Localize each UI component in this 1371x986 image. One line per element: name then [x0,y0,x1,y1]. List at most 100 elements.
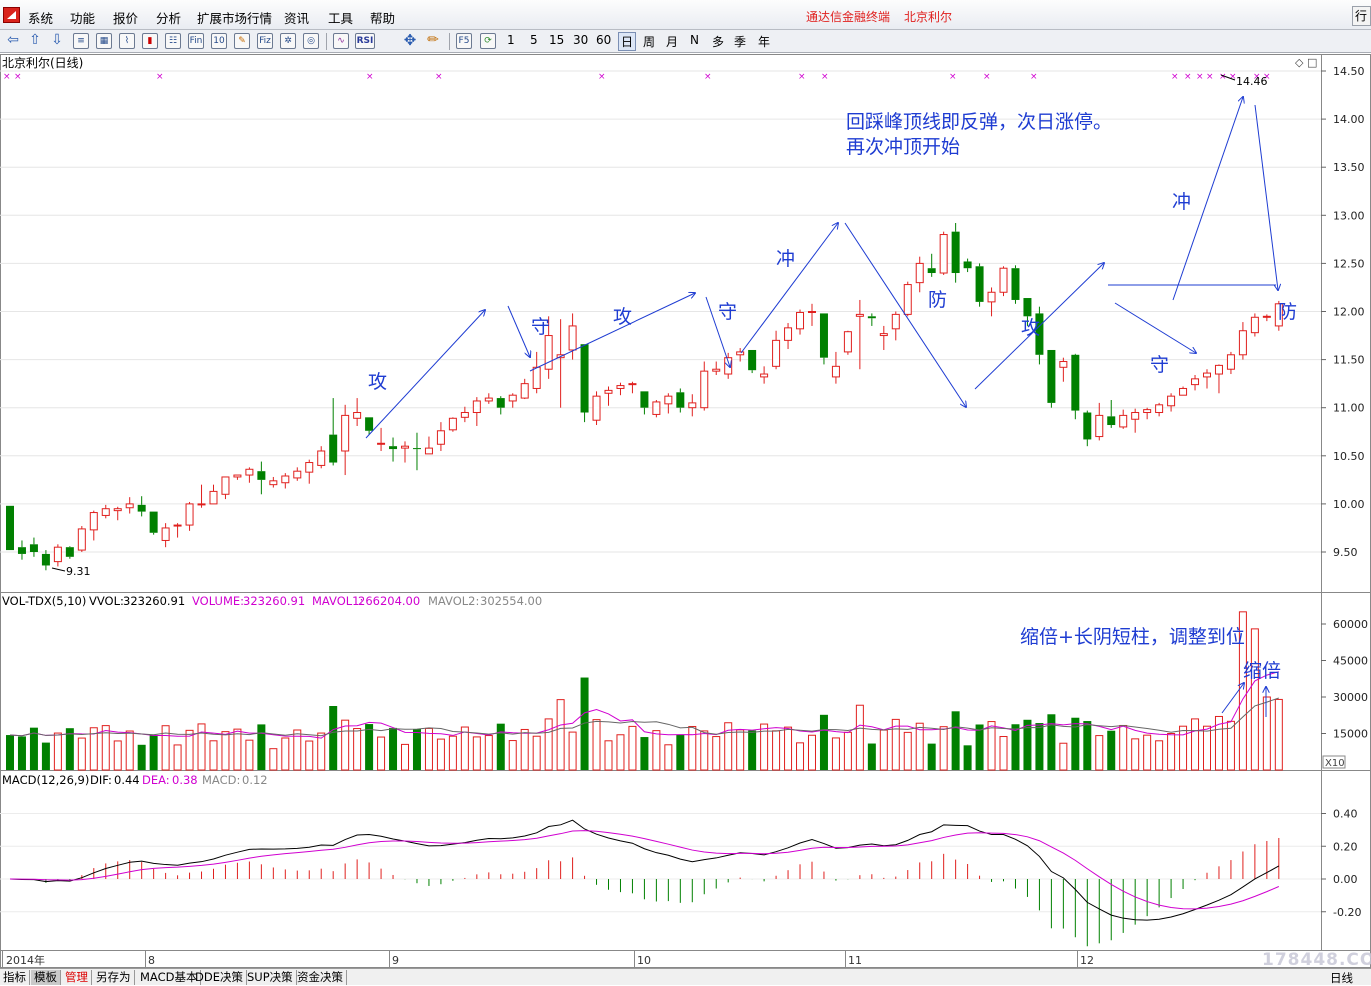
menu-quote[interactable]: 报价 [113,8,138,27]
period-5min[interactable]: 5 [530,33,538,47]
candle [700,361,709,411]
period-multi[interactable]: 多 [712,33,724,50]
volume-bar [496,723,505,770]
indicator-icon[interactable]: ∿ [333,33,349,49]
line-chart-icon[interactable]: ⌇ [119,33,135,49]
candle [65,546,74,559]
volume-bar [544,718,553,771]
candle [748,349,757,374]
volume-bar [879,729,888,771]
table-icon[interactable]: ☷ [165,33,181,49]
refresh-icon[interactable]: ⟳ [480,33,496,49]
period-30min[interactable]: 30 [573,33,588,47]
tab-dde[interactable]: DDE决策 [192,970,247,985]
label-shou3: 守 [1150,354,1169,376]
move-icon[interactable]: ✥ [402,33,418,49]
candle-icon[interactable]: ▮ [142,33,158,49]
period-quarter[interactable]: 季 [734,33,746,50]
up-icon[interactable]: ⇧ [27,33,43,49]
volume-bar [915,722,924,771]
label-gong3: 攻 [1021,317,1040,339]
volume-bar [640,737,649,770]
volume-bar [233,728,242,771]
volume-bar [987,721,996,771]
menu-system[interactable]: 系统 [28,8,53,27]
volume-bar [389,727,398,770]
volume-bar [748,730,757,770]
f10-icon[interactable]: 10 [211,33,227,49]
arrow-shou1 [507,305,530,357]
candle [628,381,637,394]
candle [209,484,218,505]
candle [760,366,769,384]
period-month[interactable]: 月 [666,33,678,50]
tab-template[interactable]: 模板 [31,970,61,985]
volume-bar [855,704,864,771]
menu-analysis[interactable]: 分析 [156,8,181,27]
top-right-glyphs: ◇ □ [1295,56,1317,69]
period-day[interactable]: 日 [618,32,637,51]
chart-area[interactable]: 北京利尔(日线) ◇ □ × × × × × × × × × × × × × × × × × × × × 14.501… [0,53,1371,968]
volume-header: VOL-TDX(5,10) VVOL: 323260.91 VOLUME: 32… [2,594,542,608]
candle [1059,357,1068,382]
circle-icon[interactable]: ◎ [303,33,319,49]
volume-bar [341,719,350,771]
menu-extended-market[interactable]: 扩展市场行情 [197,8,272,27]
menu-tools[interactable]: 工具 [328,8,353,27]
signal-cross-marker: × [1184,72,1192,82]
tab-indicator[interactable]: 指标 [0,970,30,985]
menu-news[interactable]: 资讯 [284,8,309,27]
volume-bar [1262,696,1271,771]
period-1min[interactable]: 1 [507,33,515,47]
volume-bar [736,729,745,771]
fin-icon[interactable]: Fin [188,33,204,49]
tab-save-as[interactable]: 另存为 [93,970,135,985]
period-60min[interactable]: 60 [596,33,611,47]
candle [568,313,577,360]
period-week[interactable]: 周 [643,33,655,50]
tab-fund[interactable]: 资金决策 [294,970,347,985]
volume-bar [137,744,146,770]
fiz-icon[interactable]: Fiz [257,33,273,49]
corner-button[interactable]: 行 [1352,6,1371,26]
price-panel-title: 北京利尔(日线) [2,55,83,70]
menu-help[interactable]: 帮助 [370,8,395,27]
candle [867,313,876,326]
tab-manage[interactable]: 管理 [62,970,92,985]
candle [460,406,469,423]
arrow-shou3 [1114,302,1196,353]
candle [927,253,936,277]
period-15min[interactable]: 15 [549,33,564,47]
f5-icon[interactable]: F5 [456,33,472,49]
price-tick-label: 9.50 [1333,546,1358,559]
list-icon[interactable]: ≡ [73,33,89,49]
candle [77,526,86,552]
volume-bar [401,743,410,771]
candle [855,299,864,370]
period-year[interactable]: 年 [758,33,770,50]
volume-bar [424,727,433,771]
bottom-period-label: 日线 [1330,971,1353,985]
period-n[interactable]: N [690,33,699,47]
candle [724,352,733,379]
back-icon[interactable]: ⇦ [5,33,21,49]
pen-icon[interactable]: ✏ [425,33,441,49]
notes-icon[interactable]: ✎ [234,33,250,49]
down-icon[interactable]: ⇩ [49,33,65,49]
candle [53,544,62,567]
candle [999,266,1008,297]
volume-label: VOLUME: [192,594,244,608]
sparkle-icon[interactable]: ✲ [280,33,296,49]
volume-value: 323260.91 [243,594,305,608]
volume-bar [1143,734,1152,771]
mavol2-label: MAVOL2: [428,594,479,608]
grid-icon[interactable]: ▦ [96,33,112,49]
volume-bar [161,725,170,771]
rsi-icon[interactable]: RSI [355,33,375,49]
low-price-pointer [51,567,66,572]
volume-bar [999,736,1008,771]
date-axis: 2014年 8 9 10 11 12 [2,950,1094,968]
tab-sup[interactable]: SUP决策 [244,970,297,985]
menu-function[interactable]: 功能 [70,8,95,27]
annotation-main-line2: 再次冲顶开始 [846,136,960,158]
